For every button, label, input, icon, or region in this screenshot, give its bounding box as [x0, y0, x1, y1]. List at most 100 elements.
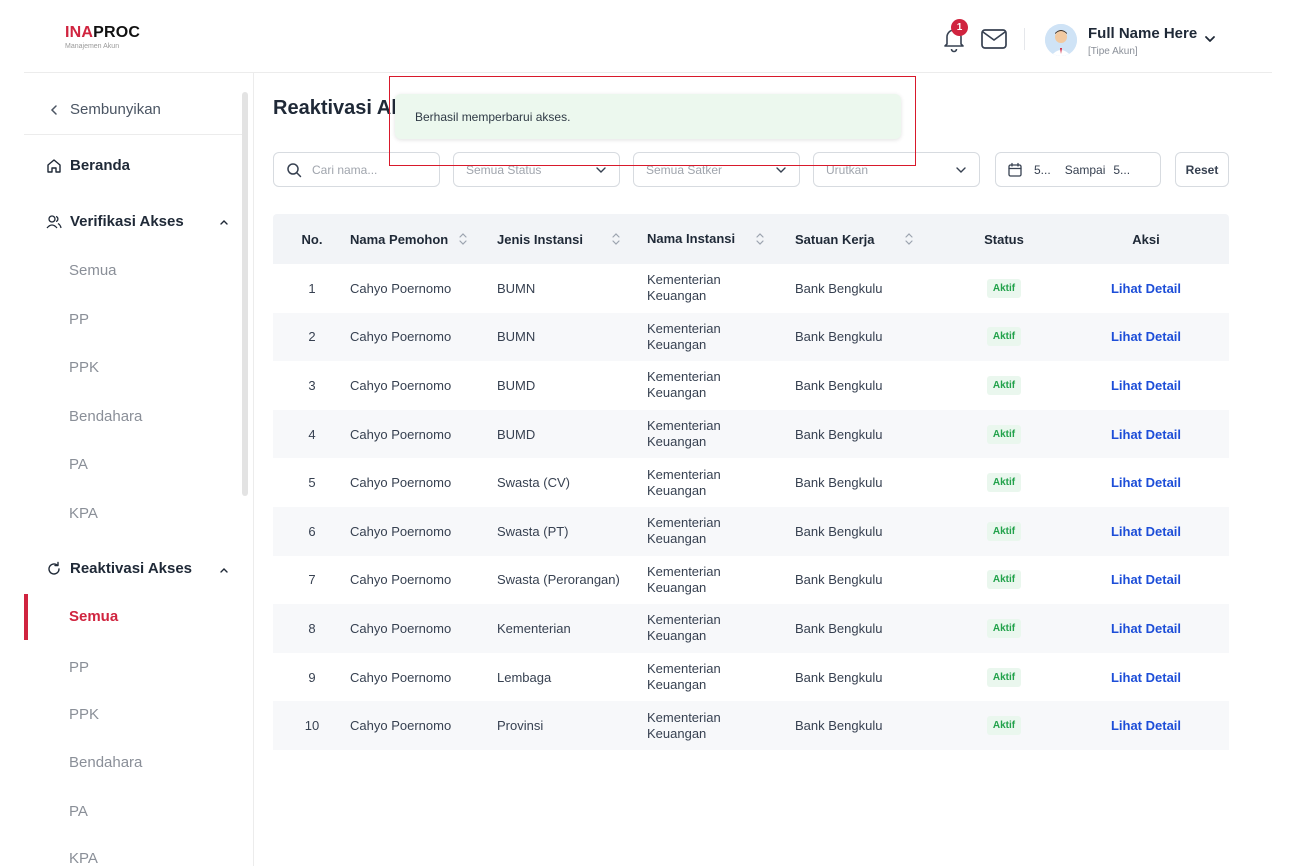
cell-nama-instansi-line: Keuangan — [647, 336, 707, 352]
cell-nama-instansi-line: Keuangan — [647, 725, 707, 741]
home-icon — [47, 158, 61, 173]
view-detail-link[interactable]: Lihat Detail — [1111, 475, 1181, 490]
sidebar-reaktivasi-ppk[interactable]: PPK — [69, 706, 99, 723]
column-header-label: Nama Instansi — [647, 231, 736, 246]
sidebar-item-reaktivasi-akses[interactable]: Reaktivasi Akses — [46, 560, 192, 577]
sort-icon[interactable] — [904, 232, 914, 246]
sidebar-verifikasi-pa[interactable]: PA — [69, 456, 88, 473]
notification-badge: 1 — [951, 19, 968, 36]
app-header: INAPROC Manajemen Akun 1 Full Name Here … — [0, 0, 1314, 72]
view-detail-link[interactable]: Lihat Detail — [1111, 281, 1181, 296]
sidebar-reaktivasi-pp[interactable]: PP — [69, 659, 89, 676]
sidebar-verifikasi-kpa[interactable]: KPA — [69, 505, 98, 522]
cell-nama-instansi: Kementerian Keuangan — [647, 369, 795, 401]
app-logo[interactable]: INAPROC Manajemen Akun — [65, 24, 140, 50]
cell-satuan-kerja: Bank Bengkulu — [795, 523, 883, 539]
cell-nama-instansi: Kementerian Keuangan — [647, 418, 795, 450]
view-detail-link[interactable]: Lihat Detail — [1111, 718, 1181, 733]
view-detail-link[interactable]: Lihat Detail — [1111, 427, 1181, 442]
mail-icon[interactable] — [980, 27, 1008, 51]
view-detail-link[interactable]: Lihat Detail — [1111, 621, 1181, 636]
table-row: 10 Cahyo Poernomo Provinsi Kementerian Ke… — [273, 701, 1229, 750]
cell-nama-pemohon: Cahyo Poernomo — [350, 377, 452, 393]
cell-satuan-kerja: Bank Bengkulu — [795, 280, 883, 296]
chevron-left-icon — [50, 104, 57, 115]
cell-nama-instansi: Kementerian Keuangan — [647, 515, 795, 547]
cell-nama-instansi: Kementerian Keuangan — [647, 710, 795, 742]
table-row: 2 Cahyo Poernomo BUMN Kementerian Keuanga… — [273, 312, 1229, 362]
sidebar-item-verifikasi-akses[interactable]: Verifikasi Akses — [46, 213, 184, 230]
column-header-jenis-instansi[interactable]: Jenis Instansi — [497, 232, 647, 247]
sort-icon[interactable] — [458, 232, 468, 246]
status-badge: Aktif — [986, 521, 1022, 541]
cell-no: 9 — [308, 669, 316, 685]
cell-status: Aktif — [945, 375, 1063, 395]
date-from-value: 5... — [1034, 162, 1051, 177]
cell-no: 1 — [308, 280, 316, 296]
cell-satuan-kerja: Bank Bengkulu — [795, 426, 883, 442]
cell-nama-pemohon: Cahyo Poernomo — [350, 718, 452, 734]
logo-subtitle: Manajemen Akun — [65, 43, 120, 50]
column-header-no: No. — [273, 232, 349, 247]
chevron-down-icon[interactable] — [1203, 32, 1217, 46]
sidebar — [24, 73, 254, 866]
cell-jenis-instansi: Lembaga — [497, 669, 552, 685]
date-range-picker[interactable]: 5... Sampai 5... — [995, 152, 1161, 187]
cell-nama-instansi-line: Kementerian — [647, 369, 721, 385]
sidebar-hide-button[interactable]: Sembunyikan — [48, 101, 161, 118]
cell-nama-instansi: Kementerian Keuangan — [647, 467, 795, 499]
column-header-satuan-kerja[interactable]: Satuan Kerja — [795, 232, 945, 247]
cell-aksi: Lihat Detail — [1063, 427, 1229, 442]
cell-nama-instansi-line: Kementerian — [647, 418, 721, 434]
header-divider — [1024, 28, 1025, 50]
column-header-nama-instansi[interactable]: Nama Instansi — [647, 231, 795, 247]
sidebar-reaktivasi-kpa[interactable]: KPA — [69, 850, 98, 866]
cell-no: 2 — [308, 329, 316, 345]
sidebar-reaktivasi-pa[interactable]: PA — [69, 803, 88, 820]
cell-status: Aktif — [945, 521, 1063, 541]
view-detail-link[interactable]: Lihat Detail — [1111, 572, 1181, 587]
cell-nama-instansi-line: Kementerian — [647, 272, 721, 288]
sidebar-hide-label: Sembunyikan — [70, 101, 161, 118]
view-detail-link[interactable]: Lihat Detail — [1111, 524, 1181, 539]
table-row: 9 Cahyo Poernomo Lembaga Kementerian Keua… — [273, 653, 1229, 702]
sidebar-verifikasi-semua[interactable]: Semua — [69, 262, 117, 279]
chevron-up-icon[interactable] — [218, 216, 230, 228]
sidebar-reaktivasi-semua[interactable]: Semua — [69, 608, 118, 625]
cell-nama-instansi-line: Keuangan — [647, 677, 707, 693]
cell-aksi: Lihat Detail — [1063, 621, 1229, 636]
avatar[interactable] — [1045, 24, 1077, 56]
table-row: 5 Cahyo Poernomo Swasta (CV) Kementerian… — [273, 458, 1229, 507]
logo-text: INAPROC — [65, 24, 140, 42]
cell-aksi: Lihat Detail — [1063, 329, 1229, 344]
cell-nama-instansi: Kementerian Keuangan — [647, 564, 795, 596]
sidebar-verifikasi-pp[interactable]: PP — [69, 311, 89, 328]
sidebar-reaktivasi-bendahara[interactable]: Bendahara — [69, 754, 142, 771]
cell-status: Aktif — [945, 278, 1063, 298]
sidebar-item-label: Verifikasi Akses — [70, 213, 184, 230]
cell-aksi: Lihat Detail — [1063, 378, 1229, 393]
view-detail-link[interactable]: Lihat Detail — [1111, 378, 1181, 393]
user-name[interactable]: Full Name Here — [1088, 25, 1197, 42]
sidebar-scrollbar[interactable] — [242, 92, 248, 496]
chevron-up-icon[interactable] — [218, 564, 230, 576]
cell-jenis-instansi: BUMN — [497, 280, 536, 296]
column-header-label: Satuan Kerja — [795, 231, 875, 247]
sidebar-verifikasi-bendahara[interactable]: Bendahara — [69, 408, 142, 425]
status-badge: Aktif — [986, 716, 1022, 736]
cell-nama-instansi: Kementerian Keuangan — [647, 612, 795, 644]
column-header-status: Status — [945, 232, 1063, 247]
cell-aksi: Lihat Detail — [1063, 670, 1229, 685]
cell-nama-instansi-line: Kementerian — [647, 709, 721, 725]
chevron-down-icon — [956, 167, 966, 173]
sidebar-verifikasi-ppk[interactable]: PPK — [69, 359, 99, 376]
sort-icon[interactable] — [611, 232, 621, 246]
column-header-nama-pemohon[interactable]: Nama Pemohon — [349, 232, 497, 247]
sort-icon[interactable] — [755, 232, 765, 246]
reset-button[interactable]: Reset — [1175, 152, 1229, 187]
view-detail-link[interactable]: Lihat Detail — [1111, 329, 1181, 344]
data-table: No. Nama Pemohon Jenis Instansi Nama Ins… — [273, 214, 1229, 750]
view-detail-link[interactable]: Lihat Detail — [1111, 670, 1181, 685]
cell-satuan-kerja: Bank Bengkulu — [795, 669, 883, 685]
sidebar-item-beranda[interactable]: Beranda — [46, 157, 130, 174]
